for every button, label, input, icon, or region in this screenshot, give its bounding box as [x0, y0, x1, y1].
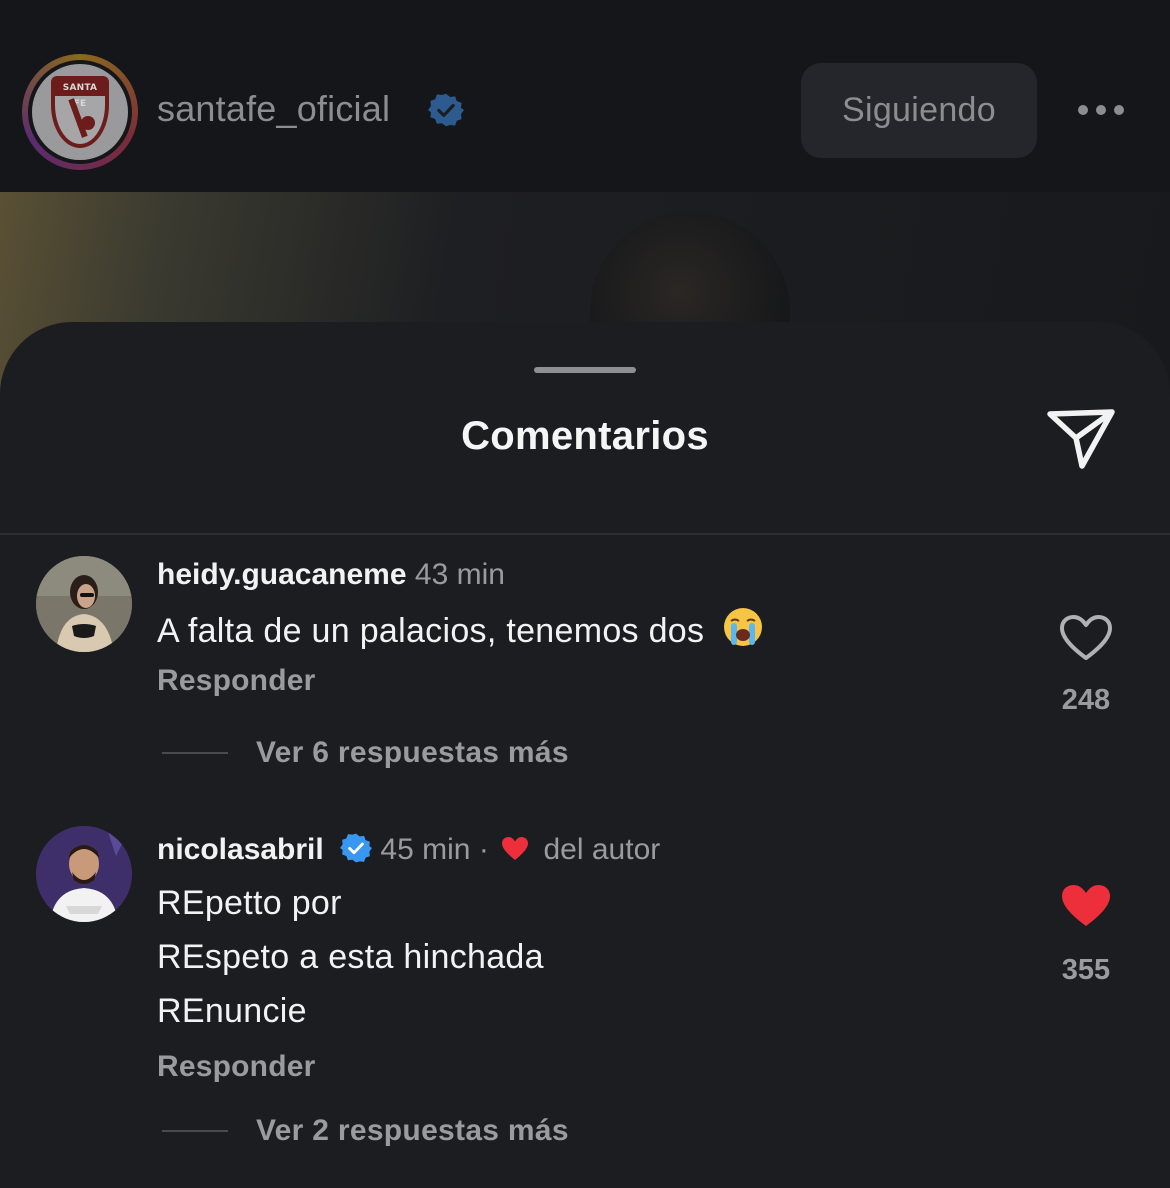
loudly-crying-face-icon — [724, 608, 763, 646]
following-button[interactable]: Siguiendo — [801, 63, 1037, 158]
replies-divider — [162, 752, 228, 754]
like-count: 355 — [1061, 954, 1111, 986]
comment-text-line: REnuncie — [157, 992, 307, 1030]
replies-divider — [162, 1130, 228, 1132]
post-header: SANTA FE santafe_oficial Siguiendo — [0, 0, 1170, 192]
comment-timestamp: 45 min — [380, 833, 471, 866]
heart-outline-icon[interactable] — [1059, 614, 1113, 662]
verified-badge-icon — [340, 833, 373, 863]
sheet-title: Comentarios — [461, 414, 709, 458]
comment-text: A falta de un palacios, tenemos dos — [157, 606, 764, 651]
reply-button[interactable]: Responder — [157, 664, 316, 698]
separator-dot: · — [478, 833, 489, 866]
drag-handle[interactable] — [534, 367, 636, 373]
like-count: 248 — [1061, 684, 1111, 716]
author-heart-icon — [502, 837, 529, 860]
santa-fe-crest-logo: SANTA FE — [51, 76, 109, 148]
header-username[interactable]: santafe_oficial — [157, 88, 390, 130]
comments-sheet: Comentarios heidy.guacaneme 43 min A fal… — [0, 322, 1170, 1188]
commenter-avatar[interactable] — [36, 556, 132, 652]
share-send-icon[interactable] — [1046, 406, 1118, 472]
profile-avatar-story-ring[interactable]: SANTA FE — [22, 54, 138, 170]
view-replies-button[interactable]: Ver 2 respuestas más — [256, 1114, 569, 1148]
comment-username-row: nicolasabril 45 min · del autor — [157, 832, 660, 867]
commenter-avatar[interactable] — [36, 826, 132, 922]
reply-button[interactable]: Responder — [157, 1050, 316, 1084]
heart-filled-icon[interactable] — [1059, 882, 1113, 930]
more-options-icon[interactable] — [1078, 100, 1130, 120]
view-replies-button[interactable]: Ver 6 respuestas más — [256, 736, 569, 770]
comment-username[interactable]: nicolasabril — [157, 833, 324, 866]
profile-avatar: SANTA FE — [32, 64, 128, 160]
verified-badge-icon — [428, 93, 464, 127]
comment-text-line: REpetto por — [157, 884, 342, 922]
comment-username[interactable]: heidy.guacaneme 43 min — [157, 558, 505, 592]
comment-timestamp: 43 min — [414, 558, 505, 591]
comment-text-line: REspeto a esta hinchada — [157, 938, 544, 976]
liked-by-author-label: del autor — [543, 833, 661, 866]
divider — [0, 533, 1170, 535]
